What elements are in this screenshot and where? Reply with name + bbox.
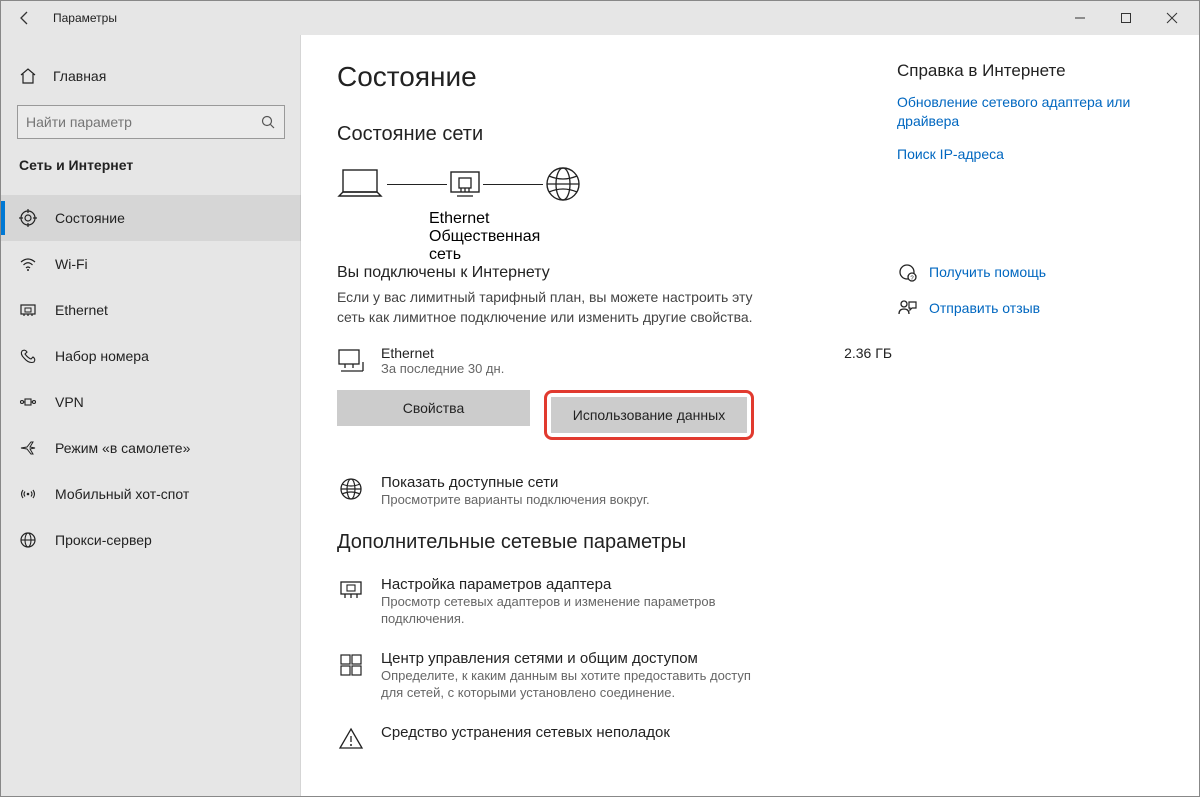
sidebar-item-label: Состояние — [55, 210, 125, 226]
help-icon: ? — [897, 262, 917, 282]
sidebar-item-label: Ethernet — [55, 302, 108, 318]
search-icon — [260, 114, 276, 130]
aside-link-ip[interactable]: Поиск IP-адреса — [897, 145, 1175, 164]
status-icon — [19, 209, 37, 227]
show-networks-desc: Просмотрите варианты подключения вокруг. — [381, 491, 650, 509]
dialup-icon — [19, 347, 37, 365]
adapter-settings-link[interactable]: Настройка параметров адаптера Просмотр с… — [337, 576, 897, 628]
sidebar-item-airplane[interactable]: Режим «в самолете» — [1, 425, 301, 471]
ethernet-card-icon — [337, 347, 365, 375]
airplane-icon — [19, 439, 37, 457]
warning-icon — [337, 726, 365, 754]
ethernet-icon — [19, 301, 37, 319]
search-input[interactable] — [26, 114, 260, 130]
connection-usage: 2.36 ГБ — [844, 345, 892, 361]
sidebar-item-label: Мобильный хот-спот — [55, 486, 189, 502]
connection-row: Ethernet За последние 30 дн. 2.36 ГБ — [337, 345, 897, 376]
close-button[interactable] — [1149, 1, 1195, 35]
sidebar-item-vpn[interactable]: VPN — [1, 379, 301, 425]
aside-link-driver[interactable]: Обновление сетевого адаптера или драйвер… — [897, 93, 1175, 131]
adapter-desc: Просмотр сетевых адаптеров и изменение п… — [381, 593, 761, 628]
adapter-title: Настройка параметров адаптера — [381, 576, 761, 593]
sharing-center-link[interactable]: Центр управления сетями и общим доступом… — [337, 650, 897, 702]
show-networks-link[interactable]: Показать доступные сети Просмотрите вари… — [337, 474, 897, 509]
sidebar-item-dialup[interactable]: Набор номера — [1, 333, 301, 379]
section-network-status: Состояние сети — [337, 123, 897, 146]
search-box[interactable] — [17, 105, 285, 139]
back-button[interactable] — [5, 1, 45, 35]
titlebar: Параметры — [1, 1, 1199, 35]
section-advanced: Дополнительные сетевые параметры — [337, 531, 897, 554]
sidebar-item-status[interactable]: Состояние — [1, 195, 301, 241]
sidebar-item-label: Wi-Fi — [55, 256, 88, 272]
ethernet-node-icon — [447, 166, 483, 202]
hotspot-icon — [19, 485, 37, 503]
home-icon — [19, 67, 37, 85]
sidebar-item-proxy[interactable]: Прокси-сервер — [1, 517, 301, 563]
globe-small-icon — [337, 476, 365, 504]
get-help-link[interactable]: ? Получить помощь — [897, 262, 1175, 282]
aside-help-title: Справка в Интернете — [897, 61, 1175, 81]
connection-name: Ethernet — [381, 345, 828, 361]
page-title: Состояние — [337, 61, 897, 93]
sharing-desc: Определите, к каким данным вы хотите пре… — [381, 667, 761, 702]
sidebar-item-ethernet[interactable]: Ethernet — [1, 287, 301, 333]
maximize-button[interactable] — [1103, 1, 1149, 35]
minimize-button[interactable] — [1057, 1, 1103, 35]
wifi-icon — [19, 255, 37, 273]
feedback-icon — [897, 298, 917, 318]
sidebar-divider — [300, 35, 301, 796]
highlight-annotation: Использование данных — [544, 390, 754, 440]
network-diagram — [333, 164, 897, 204]
show-networks-title: Показать доступные сети — [381, 474, 650, 491]
diagram-caption: Ethernet Общественная сеть — [429, 210, 549, 264]
troubleshoot-title: Средство устранения сетевых неполадок — [381, 724, 670, 741]
troubleshoot-link[interactable]: Средство устранения сетевых неполадок — [337, 724, 897, 754]
home-link[interactable]: Главная — [1, 55, 301, 97]
data-usage-button[interactable]: Использование данных — [551, 397, 747, 433]
connected-title: Вы подключены к Интернету — [337, 264, 897, 282]
sidebar-item-label: Прокси-сервер — [55, 532, 152, 548]
category-title: Сеть и Интернет — [1, 157, 301, 187]
home-label: Главная — [53, 68, 106, 84]
proxy-icon — [19, 531, 37, 549]
sidebar-item-label: Режим «в самолете» — [55, 440, 190, 456]
properties-button[interactable]: Свойства — [337, 390, 530, 426]
sidebar-item-hotspot[interactable]: Мобильный хот-спот — [1, 471, 301, 517]
sidebar-item-label: VPN — [55, 394, 84, 410]
adapter-icon — [337, 578, 365, 606]
sidebar: Главная Сеть и Интернет Состояние Wi-Fi … — [1, 35, 301, 796]
sharing-icon — [337, 652, 365, 680]
globe-icon — [543, 164, 583, 204]
laptop-icon — [333, 164, 387, 204]
vpn-icon — [19, 393, 37, 411]
connected-desc: Если у вас лимитный тарифный план, вы мо… — [337, 288, 757, 327]
window-title: Параметры — [53, 11, 117, 25]
connection-period: За последние 30 дн. — [381, 361, 828, 376]
sharing-title: Центр управления сетями и общим доступом — [381, 650, 761, 667]
feedback-link[interactable]: Отправить отзыв — [897, 298, 1175, 318]
sidebar-item-wifi[interactable]: Wi-Fi — [1, 241, 301, 287]
sidebar-item-label: Набор номера — [55, 348, 149, 364]
